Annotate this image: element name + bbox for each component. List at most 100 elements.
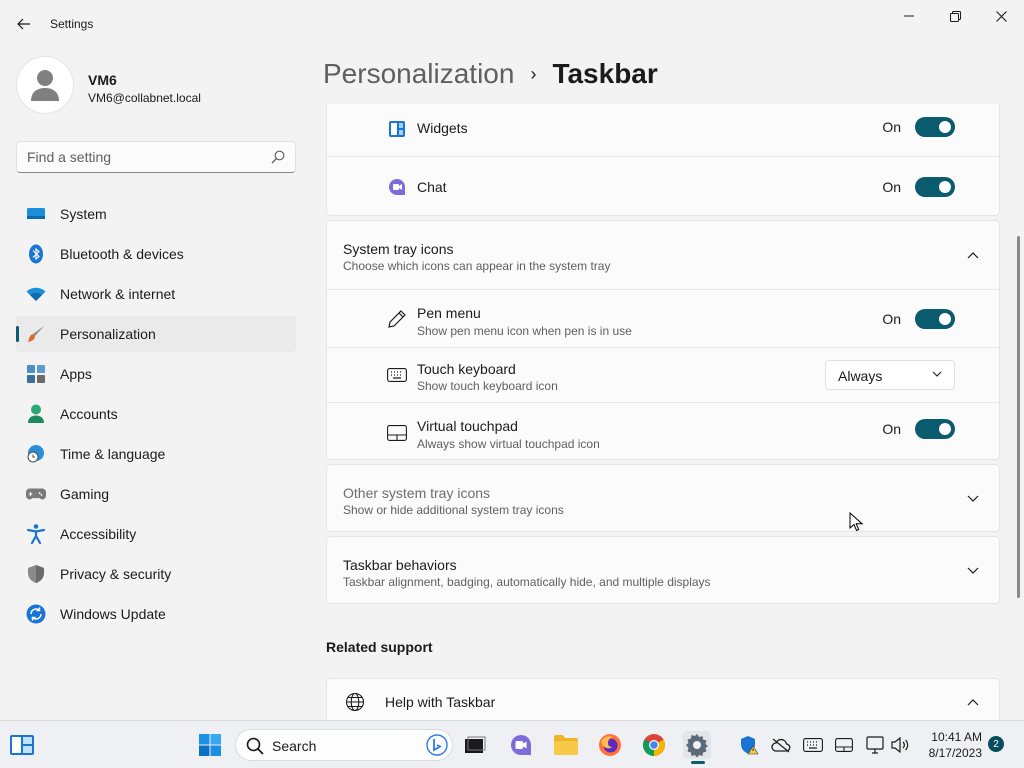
task-view-icon (465, 736, 486, 753)
touch-keyboard-tray-icon[interactable] (803, 735, 823, 755)
defender-tray-icon[interactable] (739, 735, 759, 755)
sidebar-item-label: Apps (60, 366, 92, 382)
setting-title: Pen menu (417, 305, 481, 321)
chevron-down-icon[interactable] (965, 491, 981, 507)
profile-name: VM6 (88, 72, 117, 88)
notification-badge[interactable]: 2 (988, 736, 1004, 752)
sidebar-item-bluetooth[interactable]: Bluetooth & devices (16, 236, 296, 272)
sidebar-item-privacy[interactable]: Privacy & security (16, 556, 296, 592)
taskbar-clock[interactable]: 10:41 AM 8/17/2023 (916, 729, 982, 761)
setting-row-widgets: Widgets On (327, 104, 999, 156)
apps-icon (26, 364, 46, 384)
onedrive-tray-icon[interactable] (771, 735, 791, 755)
pen-menu-toggle-group: On (882, 309, 955, 329)
sidebar-item-time-language[interactable]: Time & language (16, 436, 296, 472)
back-button[interactable] (10, 10, 38, 38)
other-tray-icons-card[interactable]: Other system tray icons Show or hide add… (326, 464, 1000, 532)
shield-icon (26, 564, 46, 584)
globe-clock-icon (26, 444, 46, 464)
touchpad-icon (387, 423, 407, 443)
system-tray-header[interactable]: System tray icons Choose which icons can… (327, 221, 999, 289)
teams-chat-button[interactable] (507, 731, 535, 759)
widgets-taskbar-button[interactable] (8, 731, 36, 759)
bing-icon (426, 734, 448, 756)
chat-toggle[interactable] (915, 177, 955, 197)
touchpad-icon (835, 738, 853, 752)
volume-tray-icon[interactable] (890, 735, 910, 755)
restore-icon (949, 10, 961, 22)
pen-menu-toggle[interactable] (915, 309, 955, 329)
monitor-icon (26, 204, 46, 224)
sidebar-item-network[interactable]: Network & internet (16, 276, 296, 312)
sidebar-item-label: Accounts (60, 406, 118, 422)
section-title: Taskbar behaviors (343, 557, 457, 573)
sidebar-nav: System Bluetooth & devices Network & int… (16, 196, 296, 636)
restore-button[interactable] (932, 0, 978, 32)
setting-row-pen-menu: Pen menu Show pen menu icon when pen is … (327, 289, 999, 347)
network-tray-icon[interactable] (866, 735, 886, 755)
chevron-down-icon[interactable] (965, 563, 981, 579)
file-explorer-button[interactable] (552, 731, 580, 759)
chrome-icon (643, 734, 665, 756)
setting-row-chat: Chat On (327, 156, 999, 216)
touchpad-tray-icon[interactable] (834, 735, 854, 755)
setting-title: Chat (417, 179, 447, 195)
section-title: System tray icons (343, 241, 454, 257)
content-scrollbar[interactable] (1017, 236, 1020, 598)
widgets-toggle[interactable] (915, 117, 955, 137)
search-icon (271, 150, 285, 164)
sidebar-item-personalization[interactable]: Personalization (16, 316, 296, 352)
windows-logo-icon (199, 734, 221, 756)
sidebar-item-apps[interactable]: Apps (16, 356, 296, 392)
sidebar-item-accessibility[interactable]: Accessibility (16, 516, 296, 552)
taskbar-behaviors-card[interactable]: Taskbar behaviors Taskbar alignment, bad… (326, 536, 1000, 604)
sidebar-item-label: Personalization (60, 326, 156, 342)
chat-toggle-group: On (882, 177, 955, 197)
globe-icon (345, 692, 365, 712)
task-view-button[interactable] (461, 731, 489, 759)
taskbar-items-card: Widgets On Chat On (326, 104, 1000, 216)
virtual-touchpad-toggle-group: On (882, 419, 955, 439)
sidebar-item-system[interactable]: System (16, 196, 296, 232)
sidebar-item-label: Privacy & security (60, 566, 172, 582)
sidebar-item-gaming[interactable]: Gaming (16, 476, 296, 512)
clock-time: 10:41 AM (931, 730, 982, 744)
gamepad-icon (26, 484, 46, 504)
settings-taskbar-button[interactable] (683, 731, 711, 764)
title-bar: Settings (0, 0, 1024, 48)
help-with-taskbar-card[interactable]: Help with Taskbar (326, 678, 1000, 720)
person-icon (26, 404, 46, 424)
start-button[interactable] (196, 731, 224, 759)
widgets-toggle-group: On (882, 117, 955, 137)
chevron-up-icon[interactable] (965, 694, 981, 710)
touch-keyboard-dropdown[interactable]: Always (825, 360, 955, 390)
breadcrumb: Personalization › Taskbar (323, 58, 658, 90)
sidebar-item-label: Bluetooth & devices (60, 246, 184, 262)
mouse-cursor-icon (849, 512, 863, 532)
close-button[interactable] (978, 0, 1024, 32)
toggle-state: On (882, 311, 901, 327)
virtual-touchpad-toggle[interactable] (915, 419, 955, 439)
firefox-button[interactable] (596, 731, 624, 759)
ethernet-monitor-icon (866, 736, 884, 754)
section-subtitle: Show or hide additional system tray icon… (343, 503, 564, 517)
cloud-offline-icon (771, 738, 791, 753)
taskbar-search[interactable]: Search (235, 729, 453, 761)
search-input[interactable] (27, 149, 257, 165)
user-profile[interactable]: VM6 VM6@collabnet.local (16, 56, 296, 120)
content-area: Widgets On Chat On System tray icons Cho… (326, 104, 1000, 720)
folder-icon (554, 735, 578, 755)
toggle-state: On (882, 421, 901, 437)
section-title: Other system tray icons (343, 485, 491, 501)
chrome-button[interactable] (640, 731, 668, 759)
back-arrow-icon (17, 18, 30, 30)
breadcrumb-separator: › (530, 63, 537, 84)
chevron-up-icon[interactable] (965, 247, 981, 263)
sidebar-item-label: Windows Update (60, 606, 166, 622)
sidebar-item-accounts[interactable]: Accounts (16, 396, 296, 432)
settings-search[interactable] (16, 141, 296, 173)
sidebar-item-windows-update[interactable]: Windows Update (16, 596, 296, 632)
minimize-button[interactable] (886, 0, 932, 32)
keyboard-icon (387, 365, 407, 385)
breadcrumb-parent[interactable]: Personalization (323, 58, 514, 90)
